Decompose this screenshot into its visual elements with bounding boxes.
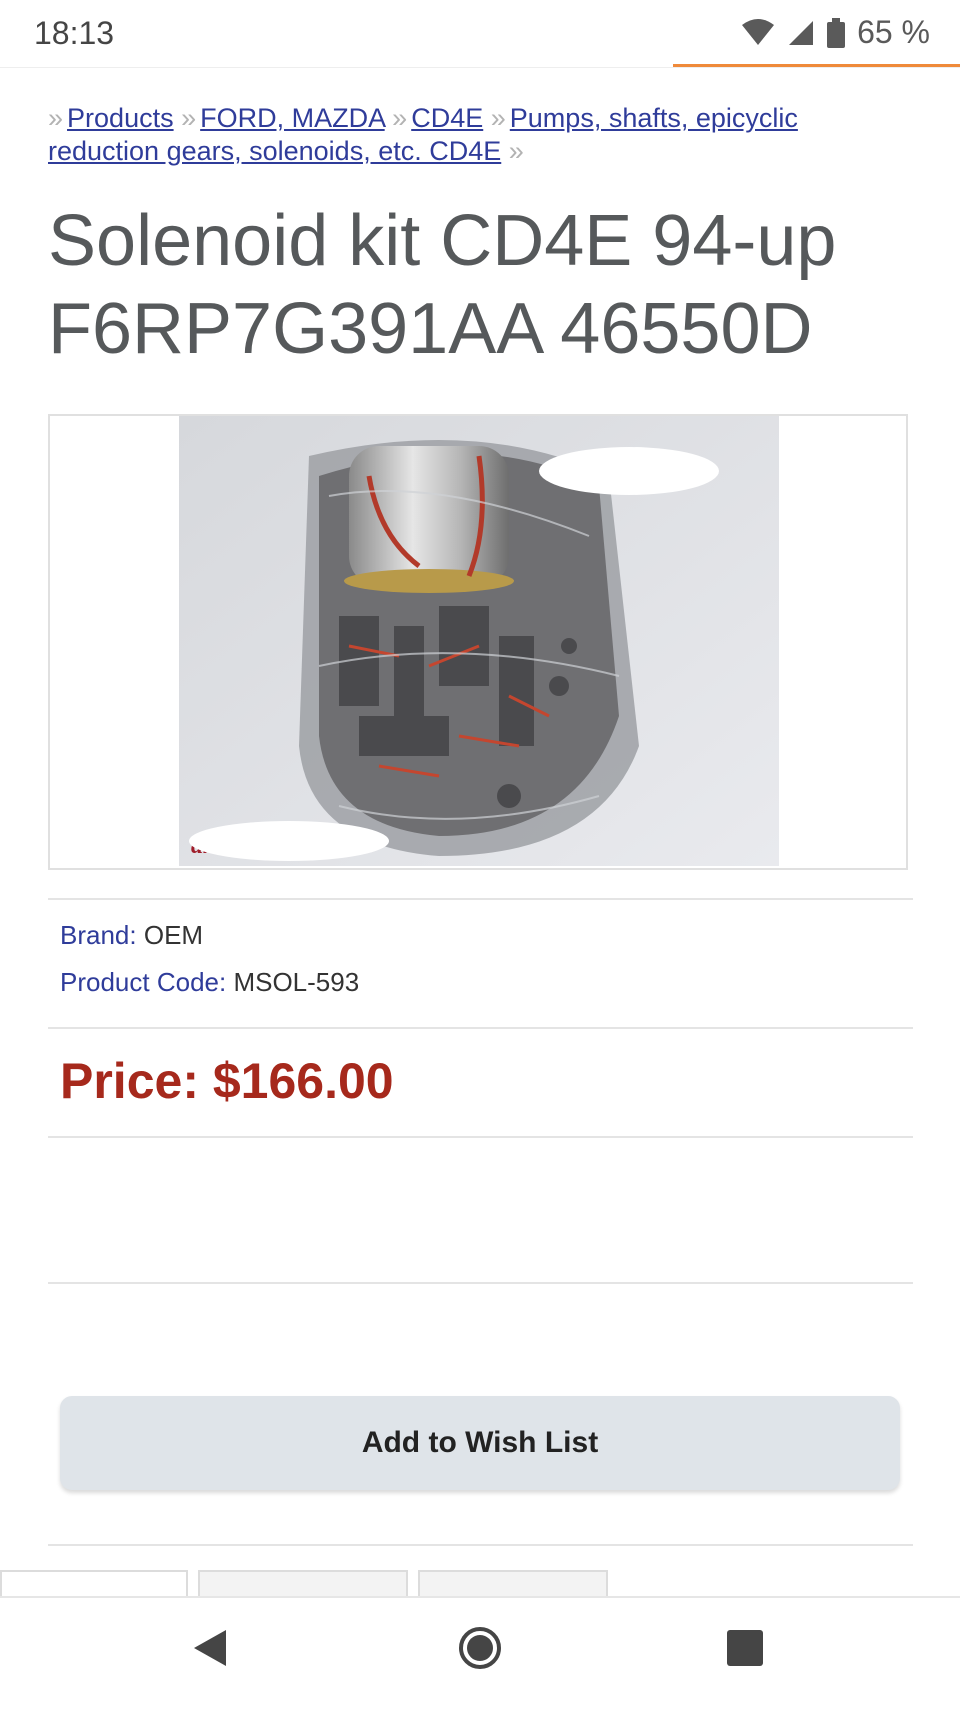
tab-partial[interactable]	[418, 1570, 608, 1598]
cell-signal-icon	[787, 19, 815, 47]
product-code-row: Product Code: MSOL-593	[60, 967, 359, 998]
system-nav-bar	[0, 1596, 960, 1709]
divider	[48, 1027, 913, 1029]
divider	[48, 1282, 913, 1284]
back-icon[interactable]	[192, 1628, 228, 1673]
breadcrumb-separator: »	[392, 103, 408, 133]
status-time: 18:13	[34, 15, 115, 51]
product-code-label: Product Code:	[60, 967, 227, 997]
tab-partial[interactable]	[198, 1570, 408, 1598]
breadcrumb-separator: »	[181, 103, 197, 133]
breadcrumb-separator: »	[48, 103, 64, 133]
divider	[0, 67, 960, 68]
breadcrumb-separator: »	[490, 103, 506, 133]
battery-percent: 65 %	[857, 14, 930, 50]
divider	[48, 1136, 913, 1138]
product-photo[interactable]: 0 06 ak	[179, 416, 779, 866]
breadcrumb-link-products[interactable]: Products	[67, 103, 174, 133]
status-icons: 65 %	[741, 14, 930, 51]
divider	[48, 1544, 913, 1546]
battery-icon	[827, 17, 846, 48]
tab-partial[interactable]	[0, 1570, 188, 1598]
add-to-wish-list-button[interactable]: Add to Wish List	[60, 1396, 900, 1490]
product-code-value: MSOL-593	[233, 967, 360, 997]
breadcrumb: » Products » FORD, MAZDA » CD4E » Pumps, sha…	[48, 102, 868, 168]
home-icon[interactable]	[458, 1626, 502, 1675]
wifi-icon	[741, 18, 775, 47]
price: Price: $166.00	[60, 1053, 394, 1109]
recents-icon[interactable]	[727, 1630, 763, 1671]
brand-row: Brand: OEM	[60, 920, 203, 951]
product-image-frame: 0 06 ak	[48, 414, 908, 870]
status-bar: 18:13 65 %	[0, 0, 960, 66]
breadcrumb-separator: »	[508, 136, 524, 166]
breadcrumb-link-ford-mazda[interactable]: FORD, MAZDA	[200, 103, 385, 133]
divider	[48, 898, 913, 900]
product-title: Solenoid kit CD4E 94-up F6RP7G391AA 4655…	[48, 201, 837, 369]
brand-label: Brand:	[60, 920, 137, 950]
brand-value: OEM	[143, 920, 204, 950]
breadcrumb-link-cd4e[interactable]: CD4E	[411, 103, 483, 133]
